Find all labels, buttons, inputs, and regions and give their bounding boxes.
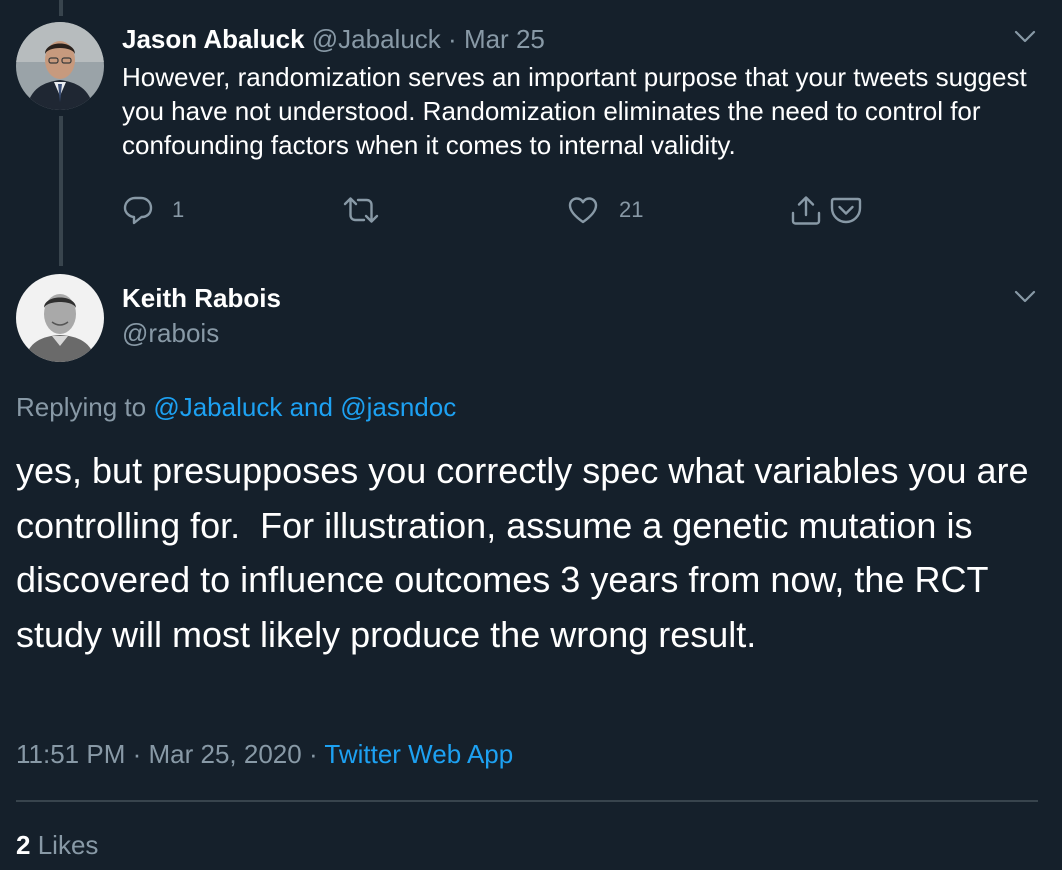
tweet1-text: However, randomization serves an importa… — [122, 62, 1027, 160]
tweet2-meta: 11:51 PM · Mar 25, 2020 · Twitter Web Ap… — [16, 738, 513, 770]
chevron-down-icon[interactable] — [1014, 30, 1036, 44]
thread-line-top — [59, 0, 63, 16]
tweet2-author-name[interactable]: Keith Rabois — [122, 283, 281, 313]
replying-to: Replying to @Jabaluck and @jasndoc — [16, 391, 456, 423]
likes-label: Likes — [37, 830, 99, 860]
likes-count: 2 — [16, 830, 31, 860]
reply-button[interactable]: 1 — [122, 192, 184, 228]
tweet2-date[interactable]: Mar 25, 2020 — [149, 739, 302, 769]
reply-icon — [123, 196, 153, 225]
retweet-button[interactable] — [342, 192, 380, 228]
tweet1-author-handle[interactable]: @Jabaluck — [312, 24, 441, 54]
share-icon — [791, 196, 821, 225]
like-count: 21 — [619, 197, 644, 222]
tweet1-header: Jason Abaluck @Jabaluck · Mar 25 — [122, 24, 545, 54]
divider — [16, 800, 1038, 802]
tweet1-separator: · — [448, 24, 457, 54]
replying-to-jasndoc-link[interactable]: @jasndoc — [340, 392, 456, 422]
keith-rabois-avatar[interactable] — [16, 274, 104, 362]
share-button[interactable] — [790, 192, 822, 228]
replying-to-jabaluck-link[interactable]: @Jabaluck — [153, 392, 282, 422]
jason-abaluck-avatar[interactable] — [16, 22, 104, 110]
reply-count: 1 — [172, 197, 185, 222]
pocket-button[interactable] — [830, 192, 862, 228]
tweet2-time[interactable]: 11:51 PM — [16, 739, 125, 769]
tweet2-text: yes, but presupposes you correctly spec … — [16, 450, 1039, 655]
heart-icon — [568, 197, 598, 224]
tweet2-source-link[interactable]: Twitter Web App — [324, 739, 513, 769]
replying-to-prefix: Replying to — [16, 392, 147, 422]
thread-line-connector — [59, 116, 63, 266]
pocket-icon — [830, 197, 862, 224]
tweet1-date[interactable]: Mar 25 — [464, 24, 545, 54]
like-button[interactable]: 21 — [567, 192, 643, 228]
tweet2-meta-separator: · — [132, 739, 142, 769]
chevron-down-icon[interactable] — [1014, 290, 1036, 304]
tweet2-author-handle[interactable]: @rabois — [122, 318, 219, 348]
tweet2-meta-separator-2: · — [308, 739, 318, 769]
retweet-icon — [343, 197, 379, 223]
likes-summary[interactable]: 2 Likes — [16, 829, 98, 861]
replying-to-and: and — [289, 392, 333, 422]
tweet1-author-name[interactable]: Jason Abaluck — [122, 24, 305, 54]
